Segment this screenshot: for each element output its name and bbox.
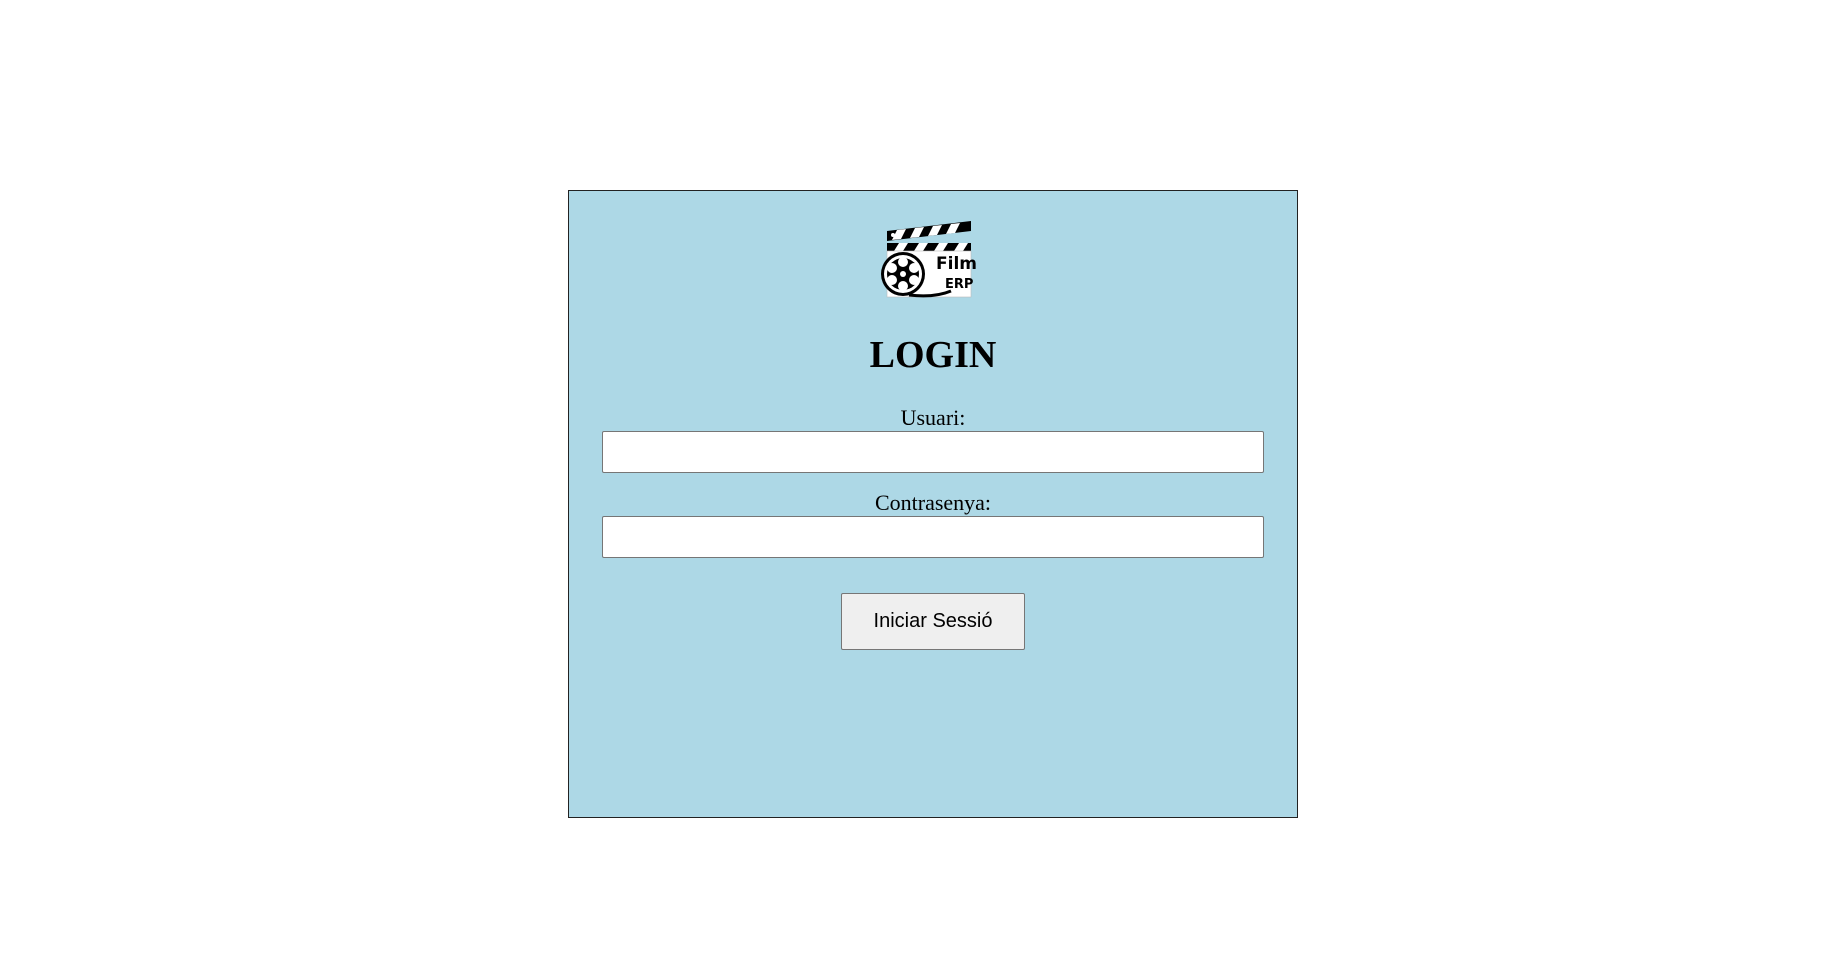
username-input[interactable]	[602, 431, 1264, 473]
login-submit-button[interactable]: Iniciar Sessió	[841, 593, 1025, 650]
film-erp-logo: Film ERP	[881, 221, 977, 298]
logo-text-film: Film	[936, 254, 977, 274]
logo-text-erp: ERP	[945, 277, 973, 292]
username-label: Usuari:	[900, 405, 966, 430]
password-input[interactable]	[602, 516, 1264, 558]
password-label: Contrasenya:	[874, 490, 992, 515]
login-panel: Film ERP LOGIN Usuari: Contrasenya: Inic…	[568, 190, 1298, 818]
login-title: LOGIN	[869, 334, 997, 376]
